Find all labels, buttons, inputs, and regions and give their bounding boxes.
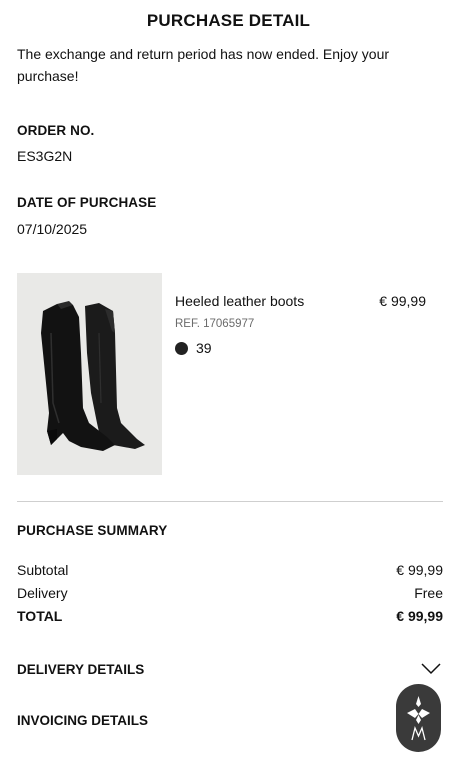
subtotal-row: Subtotal € 99,99 — [17, 562, 443, 578]
product-image[interactable] — [17, 273, 162, 475]
divider — [17, 501, 443, 502]
total-row: TOTAL € 99,99 — [17, 608, 443, 624]
page-title: PURCHASE DETAIL — [146, 11, 311, 30]
delivery-value: Free — [414, 585, 443, 601]
order-number-value: ES3G2N — [17, 148, 73, 164]
product-name[interactable]: Heeled leather boots — [175, 293, 304, 309]
return-period-notice: The exchange and return period has now e… — [17, 46, 390, 84]
subtotal-label: Subtotal — [17, 562, 69, 578]
total-label: TOTAL — [17, 608, 63, 624]
product-size: 39 — [196, 340, 212, 356]
assistant-button[interactable] — [396, 684, 441, 752]
invoicing-details-toggle[interactable]: INVOICING DETAILS — [17, 713, 443, 737]
product-reference: REF. 17065977 — [175, 318, 255, 330]
brand-logo-icon — [407, 696, 430, 741]
invoicing-details-label: INVOICING DETAILS — [17, 713, 149, 728]
order-number-label: ORDER NO. — [17, 123, 95, 138]
product-color-swatch — [175, 342, 188, 355]
delivery-details-label: DELIVERY DETAILS — [17, 662, 145, 677]
product-price: € 99,99 — [379, 293, 426, 309]
total-value: € 99,99 — [396, 608, 443, 624]
delivery-details-toggle[interactable]: DELIVERY DETAILS — [17, 662, 443, 686]
subtotal-value: € 99,99 — [396, 562, 443, 578]
black-leather-boots-image — [17, 273, 162, 475]
delivery-label: Delivery — [17, 585, 68, 601]
chevron-down-icon — [421, 663, 441, 678]
purchase-date-label: DATE OF PURCHASE — [17, 195, 157, 210]
purchase-date-value: 07/10/2025 — [17, 221, 88, 237]
delivery-row: Delivery Free — [17, 585, 443, 601]
purchase-summary-title: PURCHASE SUMMARY — [17, 523, 168, 538]
